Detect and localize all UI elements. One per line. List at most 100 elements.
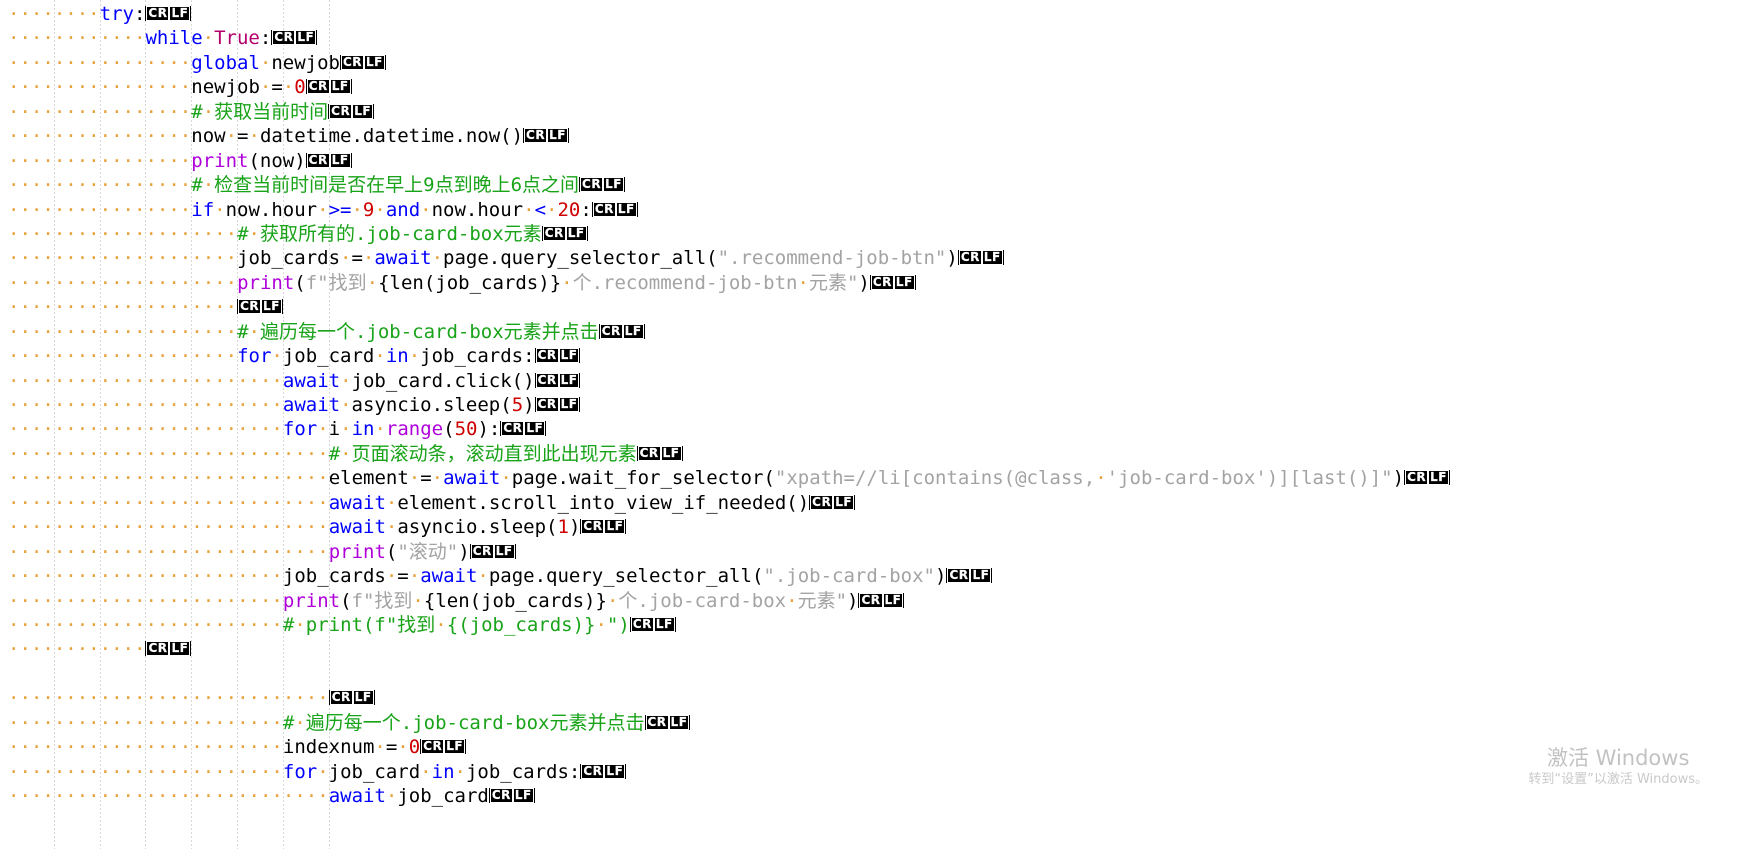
whitespace-indent (8, 52, 191, 74)
whitespace-indent (294, 712, 305, 734)
code-line[interactable]: foriinrange(50):CRLF (8, 417, 1450, 441)
code-line[interactable]: element = await page.wait_for_selector("xpa… (8, 466, 1450, 490)
whitespace-indent (8, 27, 145, 49)
code-line[interactable]: while True:CRLF (8, 26, 1450, 50)
code-line[interactable]: global newjobCRLF (8, 51, 1450, 75)
whitespace-indent (8, 565, 283, 587)
code-line[interactable]: CRLF (8, 686, 1450, 710)
code-token: { (423, 589, 436, 612)
eol-crlf-badge: CR LF (523, 128, 569, 144)
whitespace-indent (8, 345, 237, 367)
code-token: ) (847, 589, 859, 612)
eol-crlf-badge: CR LF (534, 372, 581, 388)
whitespace-indent (798, 272, 809, 294)
code-token: for (237, 345, 272, 368)
code-token: in (385, 345, 409, 368)
eol-crlf-badge: CR LF (145, 6, 192, 21)
windows-activation-watermark: 激活 Windows 转到“设置”以激活 Windows。 (1528, 745, 1708, 789)
code-token: await (282, 369, 341, 392)
whitespace-indent (8, 76, 191, 98)
whitespace-indent (8, 736, 283, 758)
whitespace-indent (317, 418, 328, 440)
whitespace-indent (340, 394, 351, 416)
code-line[interactable]: job_cards = await page.query_selector_all("… (8, 564, 1450, 588)
code-line[interactable]: # 检查当前时间是否在早上9点到晚上6点之间CRLF (8, 173, 1450, 197)
whitespace-indent (397, 736, 408, 758)
code-line[interactable]: for job_card in job_cards:CRLF (8, 344, 1450, 368)
whitespace-indent (260, 76, 271, 98)
code-line[interactable]: await element.scroll_into_view_if_needed(… (8, 491, 1450, 515)
eol-crlf-badge: CR LF (598, 323, 645, 339)
code-token: 个.job-card-box (618, 589, 787, 612)
code-token: ) (858, 271, 870, 294)
code-token: 'job-card-box')][last()]" (1106, 467, 1393, 490)
code-line[interactable]: # 页面滚动条，滚动直到此出现元素CRLF (8, 442, 1450, 466)
code-token: ) (523, 394, 535, 416)
whitespace-indent (214, 199, 225, 221)
code-line[interactable]: CRLF (8, 637, 1450, 661)
whitespace-indent (8, 125, 191, 147)
watermark-title: 激活 Windows (1546, 746, 1690, 770)
eol-crlf-badge: CR LF (644, 714, 691, 730)
whitespace-indent (500, 467, 511, 489)
code-line[interactable]: print(now)CRLF (8, 149, 1450, 173)
code-token: and (385, 198, 421, 221)
whitespace-indent (374, 345, 385, 367)
code-line[interactable]: await job_card.click()CRLF (8, 369, 1450, 393)
eol-crlf-badge: CR LF (957, 250, 1004, 266)
code-token: } (595, 589, 607, 612)
code-line[interactable]: print(f"找到 {len(job_cards)} 个.job-card-box… (8, 589, 1450, 613)
code-line[interactable]: # print(f"找到 {(job_cards)} ")CRLF (8, 613, 1450, 637)
code-content[interactable]: try:CRLFwhileTrue:CRLFglobalnewjobCRLFne… (8, 2, 1450, 808)
code-token: 页面滚动条，滚动直到此出现元素 (351, 442, 637, 465)
code-line[interactable]: # 遍历每一个.job-card-box元素并点击CRLF (8, 711, 1450, 735)
code-token: now.hour (431, 198, 524, 221)
code-line[interactable]: try:CRLF (8, 2, 1450, 26)
code-line[interactable]: await asyncio.sleep(1)CRLF (8, 515, 1450, 539)
code-line[interactable] (8, 662, 1450, 686)
whitespace-indent (8, 638, 145, 660)
code-line[interactable]: now = datetime.datetime.now()CRLF (8, 124, 1450, 148)
code-line[interactable]: # 遍历每一个.job-card-box元素并点击CRLF (8, 320, 1450, 344)
whitespace-indent (249, 321, 260, 343)
code-line[interactable]: indexnum = 0CRLF (8, 735, 1450, 759)
code-token: ) (568, 516, 581, 539)
code-token: len (389, 271, 424, 294)
code-token: await (374, 247, 432, 270)
code-token: job_card (282, 345, 375, 368)
code-token: await (328, 491, 386, 514)
whitespace-indent (386, 565, 397, 587)
code-token: i (328, 418, 341, 441)
code-line[interactable]: print("滚动")CRLF (8, 540, 1450, 564)
whitespace-indent (432, 467, 443, 489)
code-token: job_card (397, 785, 489, 807)
code-token: : (580, 198, 592, 221)
code-token: ( (340, 589, 352, 612)
code-line[interactable]: newjob = 0CRLF (8, 75, 1450, 99)
code-line[interactable]: print(f"找到 {len(job_cards)} 个.recommend-jo… (8, 271, 1450, 295)
whitespace-indent (8, 247, 237, 269)
code-line[interactable]: # 获取所有的.job-card-box元素CRLF (8, 222, 1450, 246)
eol-crlf-badge: CR LF (629, 616, 676, 632)
code-editor-surface[interactable]: try:CRLFwhileTrue:CRLFglobalnewjobCRLFne… (0, 0, 1738, 849)
whitespace-indent (420, 761, 431, 783)
code-token: : (568, 760, 581, 783)
code-line[interactable]: # 获取当前时间CRLF (8, 100, 1450, 124)
code-token: ): (477, 418, 501, 441)
code-line[interactable]: for job_card in job_cards:CRLF (8, 760, 1450, 784)
whitespace-indent (8, 272, 237, 294)
code-token: # (237, 320, 249, 343)
code-token: 20 (557, 198, 581, 221)
code-line[interactable]: job_cards = await page.query_selector_all("… (8, 246, 1450, 270)
code-line[interactable]: await job_cardCRLF (8, 784, 1450, 808)
code-line[interactable]: await asyncio.sleep(5)CRLF (8, 393, 1450, 417)
whitespace-indent (8, 590, 283, 612)
code-line[interactable]: CRLF (8, 295, 1450, 319)
code-token: try (99, 3, 134, 25)
code-token: < (534, 198, 547, 221)
code-line[interactable]: if now.hour >= 9 and now.hour <20:CRLF (8, 198, 1450, 222)
eol-crlf-badge: CR LF (328, 690, 375, 706)
eol-crlf-badge: CR LF (1404, 470, 1450, 486)
code-token: = (237, 125, 249, 148)
code-token: : (259, 27, 272, 50)
